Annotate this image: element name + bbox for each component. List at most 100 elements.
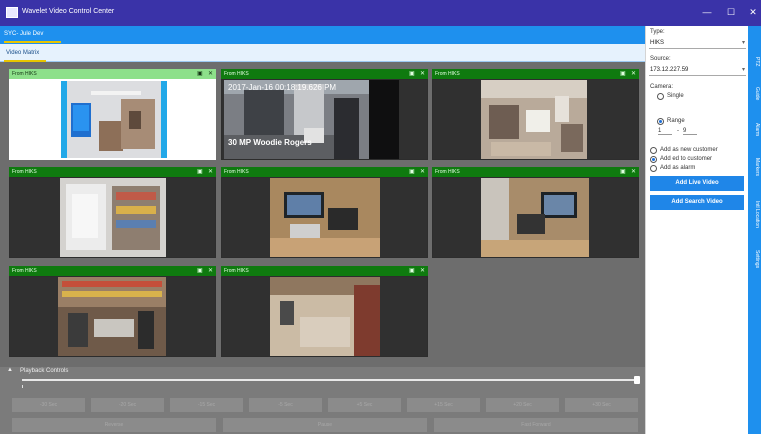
skip-forward-30-button[interactable]: +30 Sec [565,398,638,412]
skip-back-30-button[interactable]: -30 Sec [12,398,85,412]
close-tile-icon[interactable]: ✕ [208,168,213,175]
close-tile-icon[interactable]: ✕ [420,267,425,274]
video-tile[interactable]: From HIKS ▣ ✕ [432,167,639,258]
close-tile-icon[interactable]: ✕ [420,168,425,175]
skip-back-15-button[interactable]: -15 Sec [170,398,243,412]
playback-slider-tick [22,385,23,388]
video-feed-area [11,81,214,158]
snapshot-icon[interactable]: ▣ [409,168,415,175]
document-tab[interactable]: SYC- Jule Dev [4,31,43,37]
add-search-video-button[interactable]: Add Search Video [650,195,744,210]
video-feed[interactable] [432,177,639,258]
snapshot-icon[interactable]: ▣ [409,70,415,77]
rail-tab-ptz[interactable]: PTZ [749,52,760,72]
video-tile[interactable]: From HIKS ▣ ✕ [9,266,216,357]
close-tile-icon[interactable]: ✕ [420,70,425,77]
video-tile-header: From HIKS ▣ ✕ [221,266,428,276]
range-from-input[interactable]: 1 [658,128,672,135]
rail-tab-alarm[interactable]: Alarm [749,118,760,142]
snapshot-icon[interactable]: ▣ [409,267,415,274]
range-separator: - [677,128,679,134]
close-tile-icon[interactable]: ✕ [208,70,213,77]
playback-slider[interactable] [22,379,638,381]
type-select[interactable]: HIKS ▾ [649,37,746,49]
snapshot-icon[interactable]: ▣ [620,70,626,77]
camera-image [270,178,380,257]
video-tile[interactable]: From HIKS ▣ ✕ [221,69,428,160]
video-tile[interactable]: From HIKS ▣ ✕ [432,69,639,160]
skip-forward-20-button[interactable]: +20 Sec [486,398,559,412]
fast-forward-button[interactable]: Fast Forward [434,418,638,432]
video-tile[interactable]: From HIKS ▣ ✕ [221,167,428,258]
collapse-caret-icon[interactable]: ▲ [7,367,13,373]
video-tile[interactable]: From HIKS ▣ ✕ [9,167,216,258]
close-tile-icon[interactable]: ✕ [631,168,636,175]
rail-tab-location[interactable]: Intl Location [749,194,760,234]
add-to-customer-radio[interactable] [650,156,657,163]
rail-tab-markers[interactable]: Markers [749,152,760,182]
video-feed-area [10,277,215,356]
single-radio-label: Single [667,93,684,99]
video-feed[interactable] [9,276,216,357]
video-tile-header: From HIKS ▣ ✕ [221,69,428,79]
video-feed[interactable]: 2017-Jan-16 00:18:19.626 PM 30 MP Woodie… [221,79,428,160]
video-feed[interactable] [9,177,216,258]
snapshot-icon[interactable]: ▣ [197,168,203,175]
video-feed[interactable] [432,79,639,160]
snapshot-icon[interactable]: ▣ [197,267,203,274]
video-tile[interactable]: From HIKS ▣ ✕ [221,266,428,357]
video-tile-header: From HIKS ▣ ✕ [9,167,216,177]
skip-back-20-button[interactable]: -20 Sec [91,398,164,412]
camera-label: Camera: [650,84,674,90]
close-button[interactable]: ✕ [743,7,761,18]
window-title: Wavelet Video Control Center [22,8,115,15]
video-tile[interactable]: From HIKS ▣ ✕ [9,69,216,160]
skip-forward-5-button[interactable]: +5 Sec [328,398,401,412]
video-tile-source: From HIKS [224,71,249,77]
chevron-down-icon: ▾ [741,67,745,73]
video-feed[interactable] [221,177,428,258]
single-radio[interactable] [657,93,664,100]
video-tile-source: From HIKS [12,268,37,274]
camera-image [60,178,166,257]
camera-image [61,81,167,158]
video-tile-header: From HIKS ▣ ✕ [432,167,639,177]
minimize-button[interactable]: — [697,7,717,17]
type-label: Type: [650,29,665,35]
close-tile-icon[interactable]: ✕ [631,70,636,77]
chevron-down-icon: ▾ [741,40,745,46]
video-feed[interactable] [221,276,428,357]
add-new-customer-radio[interactable] [650,147,657,154]
video-tile-source: From HIKS [12,71,37,77]
video-tile-source: From HIKS [12,169,37,175]
pause-button[interactable]: Pause [223,418,427,432]
reverse-button[interactable]: Reverse [12,418,216,432]
snapshot-icon[interactable]: ▣ [197,70,203,77]
title-bar: Wavelet Video Control Center — ☐ ✕ [0,0,761,26]
video-tile-header: From HIKS ▣ ✕ [9,69,216,79]
camera-caption: 30 MP Woodie Rogers [228,138,312,147]
app-window: Wavelet Video Control Center — ☐ ✕ SYC- … [0,0,761,434]
maximize-button[interactable]: ☐ [721,7,741,18]
skip-back-5-button[interactable]: -5 Sec [249,398,322,412]
source-select[interactable]: 173.12.227.59 ▾ [649,64,746,76]
video-feed-area [222,277,427,356]
video-tile-header: From HIKS ▣ ✕ [9,266,216,276]
tab-video-matrix[interactable]: Video Matrix [6,50,39,56]
add-video-panel: Type: HIKS ▾ Source: 173.12.227.59 ▾ Cam… [645,26,748,434]
close-tile-icon[interactable]: ✕ [208,267,213,274]
snapshot-icon[interactable]: ▣ [620,168,626,175]
range-radio-label: Range [667,118,685,124]
add-as-alarm-radio[interactable] [650,165,657,172]
rail-tab-guide[interactable]: Guide [749,82,760,106]
add-live-video-button[interactable]: Add Live Video [650,176,744,191]
playback-slider-thumb[interactable] [634,376,640,384]
range-to-input[interactable]: 9 [683,128,697,135]
rail-tab-settings[interactable]: Settings [749,244,760,274]
skip-forward-15-button[interactable]: +15 Sec [407,398,480,412]
camera-timestamp: 2017-Jan-16 00:18:19.626 PM [228,83,337,92]
video-feed[interactable] [9,79,216,160]
camera-image [270,277,380,356]
camera-image [481,178,589,257]
range-radio[interactable] [657,118,664,125]
